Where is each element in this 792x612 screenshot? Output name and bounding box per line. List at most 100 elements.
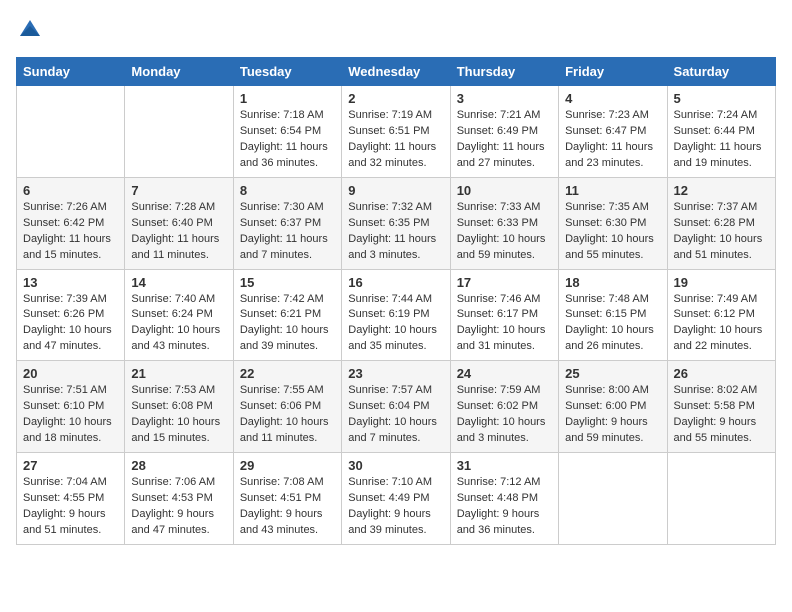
calendar-cell: 29Sunrise: 7:08 AMSunset: 4:51 PMDayligh… [233, 453, 341, 545]
day-info: Sunrise: 7:42 AMSunset: 6:21 PMDaylight:… [240, 292, 335, 356]
day-info: Sunrise: 7:39 AMSunset: 6:26 PMDaylight:… [23, 292, 118, 356]
calendar-cell [559, 453, 667, 545]
day-info: Sunrise: 7:24 AMSunset: 6:44 PMDaylight:… [674, 108, 769, 172]
day-number: 28 [131, 458, 226, 473]
day-info: Sunrise: 7:06 AMSunset: 4:53 PMDaylight:… [131, 475, 226, 539]
day-number: 18 [565, 275, 660, 290]
day-number: 5 [674, 91, 769, 106]
calendar-cell: 7Sunrise: 7:28 AMSunset: 6:40 PMDaylight… [125, 177, 233, 269]
day-info: Sunrise: 7:40 AMSunset: 6:24 PMDaylight:… [131, 292, 226, 356]
calendar-cell: 28 Sunrise: 7:06 AMSunset: 4:53 PMDayligh… [125, 453, 233, 545]
day-info: Sunrise: 7:32 AMSunset: 6:35 PMDaylight:… [348, 200, 443, 264]
calendar-cell: 22Sunrise: 7:55 AMSunset: 6:06 PMDayligh… [233, 361, 341, 453]
logo [16, 16, 42, 45]
day-info: Sunrise: 7:18 AMSunset: 6:54 PMDaylight:… [240, 108, 335, 172]
week-row-5: 27 Sunrise: 7:04 AMSunset: 4:55 PMDayligh… [17, 453, 776, 545]
day-info: Sunrise: 7:04 AMSunset: 4:55 PMDaylight:… [23, 475, 118, 539]
calendar-cell: 12 Sunrise: 7:37 AMSunset: 6:28 PMDayligh… [667, 177, 775, 269]
calendar-cell: 14 Sunrise: 7:40 AMSunset: 6:24 PMDayligh… [125, 269, 233, 361]
day-number: 11 [565, 183, 660, 198]
calendar-cell: 24Sunrise: 7:59 AMSunset: 6:02 PMDayligh… [450, 361, 558, 453]
logo-icon [18, 16, 42, 40]
day-header-thursday: Thursday [450, 58, 558, 86]
day-header-wednesday: Wednesday [342, 58, 450, 86]
day-header-monday: Monday [125, 58, 233, 86]
day-info: Sunrise: 7:55 AMSunset: 6:06 PMDaylight:… [240, 383, 335, 447]
day-number: 27 [23, 458, 118, 473]
calendar-cell: 21Sunrise: 7:53 AMSunset: 6:08 PMDayligh… [125, 361, 233, 453]
calendar-cell: 11 Sunrise: 7:35 AMSunset: 6:30 PMDayligh… [559, 177, 667, 269]
day-info: Sunrise: 7:23 AMSunset: 6:47 PMDaylight:… [565, 108, 660, 172]
day-info: Sunrise: 7:51 AMSunset: 6:10 PMDaylight:… [23, 383, 118, 447]
day-number: 30 [348, 458, 443, 473]
week-row-3: 13 Sunrise: 7:39 AMSunset: 6:26 PMDayligh… [17, 269, 776, 361]
day-number: 10 [457, 183, 552, 198]
calendar-cell [17, 86, 125, 178]
calendar-cell: 3 Sunrise: 7:21 AMSunset: 6:49 PMDaylight… [450, 86, 558, 178]
day-info: Sunrise: 7:28 AMSunset: 6:40 PMDaylight:… [131, 200, 226, 264]
day-info: Sunrise: 7:33 AMSunset: 6:33 PMDaylight:… [457, 200, 552, 264]
day-info: Sunrise: 7:53 AMSunset: 6:08 PMDaylight:… [131, 383, 226, 447]
calendar-cell: 9 Sunrise: 7:32 AMSunset: 6:35 PMDaylight… [342, 177, 450, 269]
day-header-sunday: Sunday [17, 58, 125, 86]
calendar-cell: 8 Sunrise: 7:30 AMSunset: 6:37 PMDaylight… [233, 177, 341, 269]
day-header-saturday: Saturday [667, 58, 775, 86]
calendar-cell: 17Sunrise: 7:46 AMSunset: 6:17 PMDayligh… [450, 269, 558, 361]
day-info: Sunrise: 7:35 AMSunset: 6:30 PMDaylight:… [565, 200, 660, 264]
calendar-table: SundayMondayTuesdayWednesdayThursdayFrid… [16, 57, 776, 545]
day-number: 31 [457, 458, 552, 473]
day-info: Sunrise: 7:21 AMSunset: 6:49 PMDaylight:… [457, 108, 552, 172]
day-header-tuesday: Tuesday [233, 58, 341, 86]
calendar-cell: 31 Sunrise: 7:12 AMSunset: 4:48 PMDayligh… [450, 453, 558, 545]
calendar-cell [667, 453, 775, 545]
calendar-cell: 27 Sunrise: 7:04 AMSunset: 4:55 PMDayligh… [17, 453, 125, 545]
day-info: Sunrise: 7:57 AMSunset: 6:04 PMDaylight:… [348, 383, 443, 447]
day-number: 20 [23, 366, 118, 381]
day-info: Sunrise: 7:44 AMSunset: 6:19 PMDaylight:… [348, 292, 443, 356]
day-info: Sunrise: 7:26 AMSunset: 6:42 PMDaylight:… [23, 200, 118, 264]
calendar-cell: 30 Sunrise: 7:10 AMSunset: 4:49 PMDayligh… [342, 453, 450, 545]
day-number: 3 [457, 91, 552, 106]
day-number: 24 [457, 366, 552, 381]
day-number: 19 [674, 275, 769, 290]
day-info: Sunrise: 7:37 AMSunset: 6:28 PMDaylight:… [674, 200, 769, 264]
calendar-cell [125, 86, 233, 178]
calendar-cell: 4 Sunrise: 7:23 AMSunset: 6:47 PMDaylight… [559, 86, 667, 178]
day-number: 1 [240, 91, 335, 106]
day-number: 6 [23, 183, 118, 198]
day-number: 15 [240, 275, 335, 290]
calendar-cell: 20 Sunrise: 7:51 AMSunset: 6:10 PMDayligh… [17, 361, 125, 453]
day-info: Sunrise: 7:10 AMSunset: 4:49 PMDaylight:… [348, 475, 443, 539]
calendar-header-row: SundayMondayTuesdayWednesdayThursdayFrid… [17, 58, 776, 86]
day-number: 26 [674, 366, 769, 381]
day-number: 13 [23, 275, 118, 290]
day-number: 8 [240, 183, 335, 198]
day-number: 2 [348, 91, 443, 106]
day-info: Sunrise: 7:46 AMSunset: 6:17 PMDaylight:… [457, 292, 552, 356]
day-info: Sunrise: 7:30 AMSunset: 6:37 PMDaylight:… [240, 200, 335, 264]
calendar-cell: 26 Sunrise: 8:02 AMSunset: 5:58 PMDayligh… [667, 361, 775, 453]
day-number: 12 [674, 183, 769, 198]
day-info: Sunrise: 7:48 AMSunset: 6:15 PMDaylight:… [565, 292, 660, 356]
calendar-cell: 13 Sunrise: 7:39 AMSunset: 6:26 PMDayligh… [17, 269, 125, 361]
calendar-cell: 25Sunrise: 8:00 AMSunset: 6:00 PMDayligh… [559, 361, 667, 453]
calendar-cell: 2 Sunrise: 7:19 AMSunset: 6:51 PMDaylight… [342, 86, 450, 178]
day-number: 14 [131, 275, 226, 290]
day-number: 4 [565, 91, 660, 106]
calendar-cell: 18 Sunrise: 7:48 AMSunset: 6:15 PMDayligh… [559, 269, 667, 361]
day-info: Sunrise: 8:02 AMSunset: 5:58 PMDaylight:… [674, 383, 769, 447]
day-number: 16 [348, 275, 443, 290]
calendar-cell: 19Sunrise: 7:49 AMSunset: 6:12 PMDayligh… [667, 269, 775, 361]
calendar-cell: 23Sunrise: 7:57 AMSunset: 6:04 PMDayligh… [342, 361, 450, 453]
day-info: Sunrise: 7:19 AMSunset: 6:51 PMDaylight:… [348, 108, 443, 172]
day-number: 29 [240, 458, 335, 473]
day-info: Sunrise: 8:00 AMSunset: 6:00 PMDaylight:… [565, 383, 660, 447]
week-row-4: 20 Sunrise: 7:51 AMSunset: 6:10 PMDayligh… [17, 361, 776, 453]
day-number: 9 [348, 183, 443, 198]
calendar-cell: 16 Sunrise: 7:44 AMSunset: 6:19 PMDayligh… [342, 269, 450, 361]
week-row-1: 1 Sunrise: 7:18 AMSunset: 6:54 PMDaylight… [17, 86, 776, 178]
week-row-2: 6 Sunrise: 7:26 AMSunset: 6:42 PMDaylight… [17, 177, 776, 269]
day-info: Sunrise: 7:12 AMSunset: 4:48 PMDaylight:… [457, 475, 552, 539]
page-header [16, 16, 776, 45]
calendar-cell: 6 Sunrise: 7:26 AMSunset: 6:42 PMDaylight… [17, 177, 125, 269]
